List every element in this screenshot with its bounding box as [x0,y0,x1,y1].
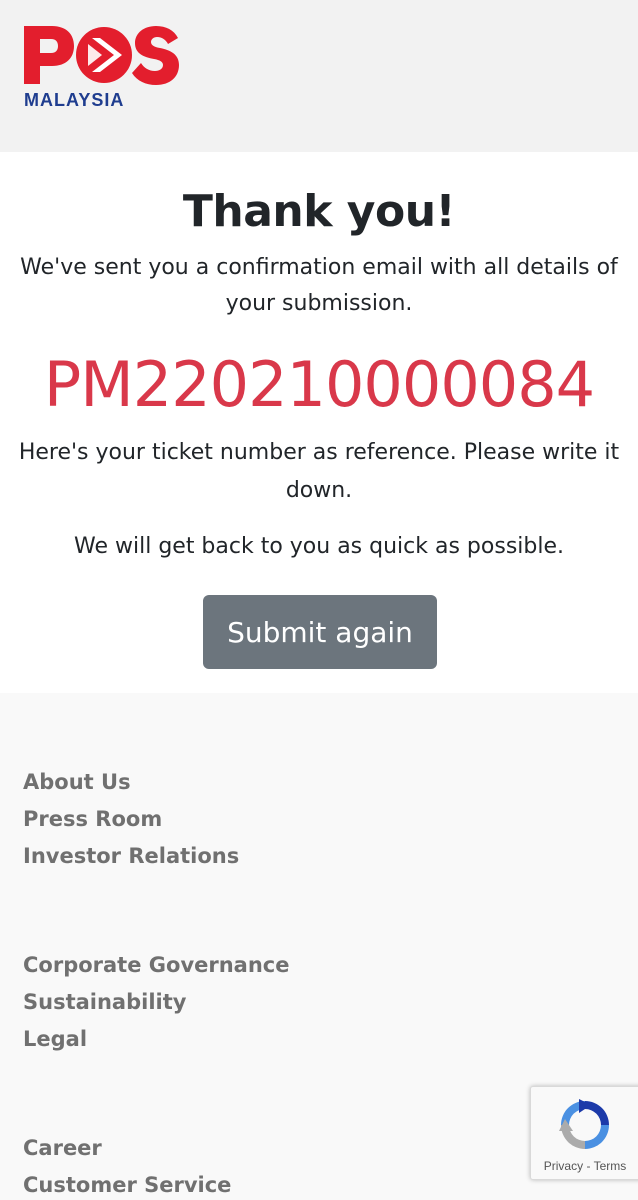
footer-link-corporate-governance[interactable]: Corporate Governance [23,947,290,984]
follow-up-message: We will get back to you as quick as poss… [74,534,564,559]
reference-message: Here's your ticket number as reference. … [18,440,620,503]
footer-link-about-us[interactable]: About Us [23,764,239,801]
recaptcha-terms-link[interactable]: Terms [594,1159,627,1173]
footer-link-investor-relations[interactable]: Investor Relations [23,838,239,875]
footer-link-legal[interactable]: Legal [23,1021,290,1058]
recaptcha-separator: - [583,1159,594,1173]
logo-subtitle: MALAYSIA [24,90,125,110]
footer-link-career[interactable]: Career [23,1130,231,1167]
footer-link-customer-service[interactable]: Customer Service [23,1167,231,1200]
recaptcha-icon [559,1099,609,1149]
footer-links-group-2: Corporate Governance Sustainability Lega… [23,947,290,1058]
footer-links-group-3: Career Customer Service [23,1130,231,1200]
pos-logo-icon [24,26,179,85]
submit-again-button[interactable]: Submit again [203,595,437,669]
footer-link-sustainability[interactable]: Sustainability [23,984,290,1021]
pos-malaysia-logo[interactable]: MALAYSIA [22,24,182,114]
footer-links-group-1: About Us Press Room Investor Relations [23,764,239,875]
header: MALAYSIA [0,0,638,152]
recaptcha-privacy-link[interactable]: Privacy [544,1159,583,1173]
page-title: Thank you! [182,186,456,237]
confirmation-message: We've sent you a confirmation email with… [20,255,618,316]
confirmation-card: Thank you! We've sent you a confirmation… [0,152,638,693]
footer-link-press-room[interactable]: Press Room [23,801,239,838]
ticket-number: PM220210000084 [43,348,595,421]
page: MALAYSIA Thank you! We've sent you a con… [0,0,638,1200]
recaptcha-links: Privacy - Terms [531,1159,638,1173]
recaptcha-badge[interactable]: Privacy - Terms [530,1086,638,1180]
